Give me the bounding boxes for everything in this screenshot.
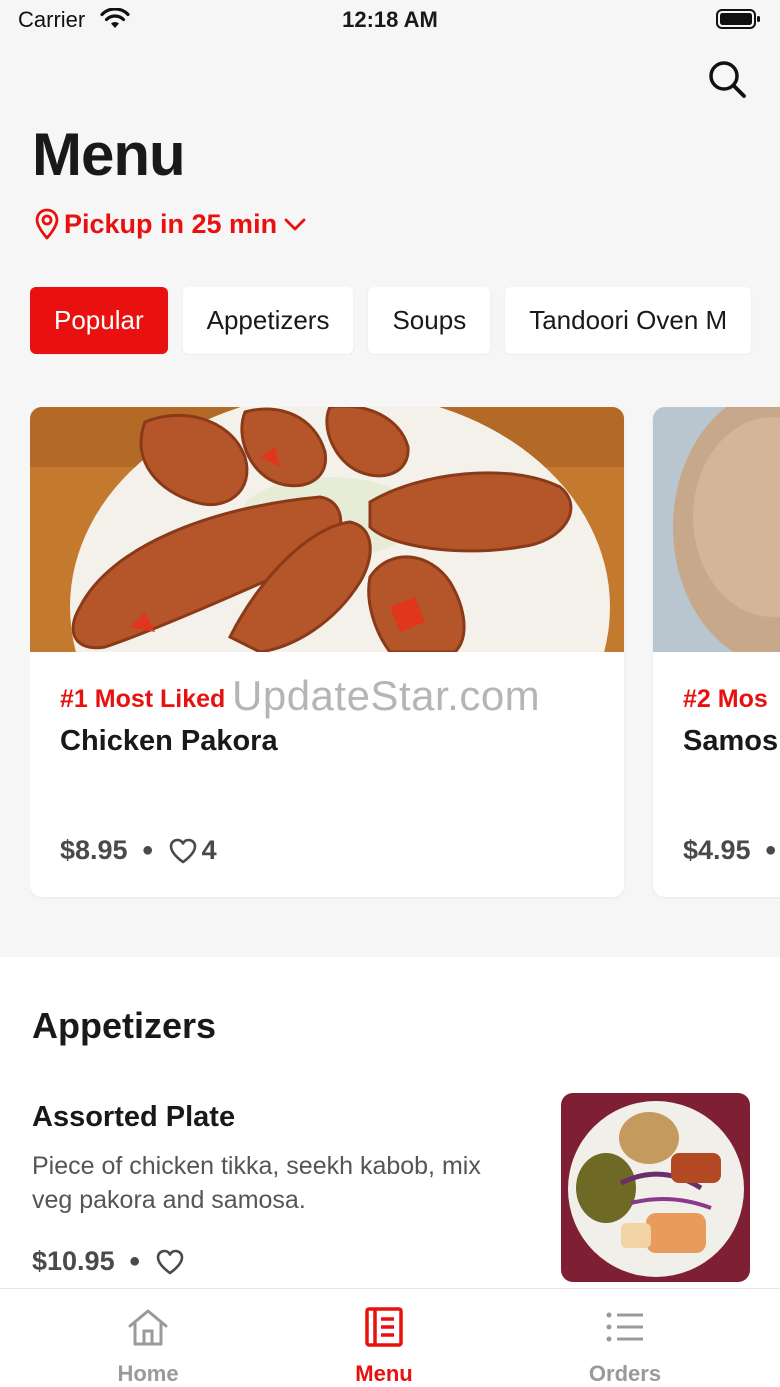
category-tandoori-oven[interactable]: Tandoori Oven M (505, 287, 752, 354)
orders-icon (606, 1312, 643, 1342)
clock: 12:18 AM (342, 7, 438, 32)
menu-item-price: $10.95 (32, 1246, 115, 1276)
like-count: 4 (201, 835, 217, 865)
tab-orders[interactable]: Orders (525, 1289, 725, 1387)
search-button[interactable] (704, 56, 750, 102)
tab-label: Menu (355, 1361, 413, 1386)
appetizers-section: Appetizers Assorted Plate Piece of chick… (0, 957, 780, 1297)
page-title: Menu (32, 121, 186, 188)
dish-price: $4.95 (683, 835, 751, 865)
assorted-plate-photo[interactable] (561, 1093, 750, 1282)
category-popular[interactable]: Popular (30, 287, 168, 354)
category-tabs: Popular Appetizers Soups Tandoori Oven M (30, 287, 780, 355)
status-bar: Carrier 12:18 AM (0, 0, 780, 40)
dish-price: $8.95 (60, 835, 128, 865)
separator-dot: ● (141, 839, 154, 861)
pickup-label: Pickup in 25 min (64, 208, 278, 239)
popular-rank-badge: #1 Most Liked (60, 685, 226, 713)
home-icon (128, 1309, 168, 1346)
heart-icon[interactable] (168, 837, 198, 865)
heart-icon[interactable] (155, 1248, 185, 1276)
location-pin-icon (35, 208, 59, 240)
category-soups[interactable]: Soups (368, 287, 491, 354)
menu-item-meta: $10.95 ● (32, 1246, 189, 1277)
tab-home[interactable]: Home (48, 1289, 248, 1387)
pickup-time-selector[interactable]: Pickup in 25 min (34, 208, 307, 240)
popular-card-samosa[interactable]: #2 Mos Samos $4.95 ● (653, 407, 780, 897)
dish-meta: $8.95 ● 4 (60, 835, 217, 866)
search-icon (709, 61, 746, 98)
popular-carousel: #1 Most Liked Chicken Pakora $8.95 ● 4 #… (30, 407, 780, 899)
dish-meta: $4.95 ● (683, 835, 780, 866)
chicken-pakora-photo (30, 407, 624, 652)
menu-item-name[interactable]: Assorted Plate (32, 1101, 235, 1134)
section-title: Appetizers (32, 1005, 217, 1046)
menu-item-description: Piece of chicken tikka, seekh kabob, mix… (32, 1152, 481, 1214)
tab-menu[interactable]: Menu (284, 1289, 484, 1387)
popular-rank-badge: #2 Mos (683, 685, 768, 713)
battery-icon (716, 9, 760, 29)
samosa-photo (653, 407, 780, 652)
chevron-down-icon (284, 218, 306, 231)
separator-dot: ● (764, 839, 777, 861)
menu-icon (365, 1307, 403, 1347)
tab-label: Home (117, 1361, 179, 1386)
dish-name: Chicken Pakora (60, 725, 278, 757)
popular-card-chicken-pakora[interactable]: #1 Most Liked Chicken Pakora $8.95 ● 4 (30, 407, 624, 897)
watermark: UpdateStar.com (232, 672, 541, 719)
separator-dot: ● (128, 1250, 141, 1272)
tab-label: Orders (588, 1361, 662, 1386)
bottom-tab-bar: Home Menu Orders (0, 1288, 780, 1387)
dish-name: Samos (683, 725, 779, 757)
category-appetizers[interactable]: Appetizers (182, 287, 354, 354)
